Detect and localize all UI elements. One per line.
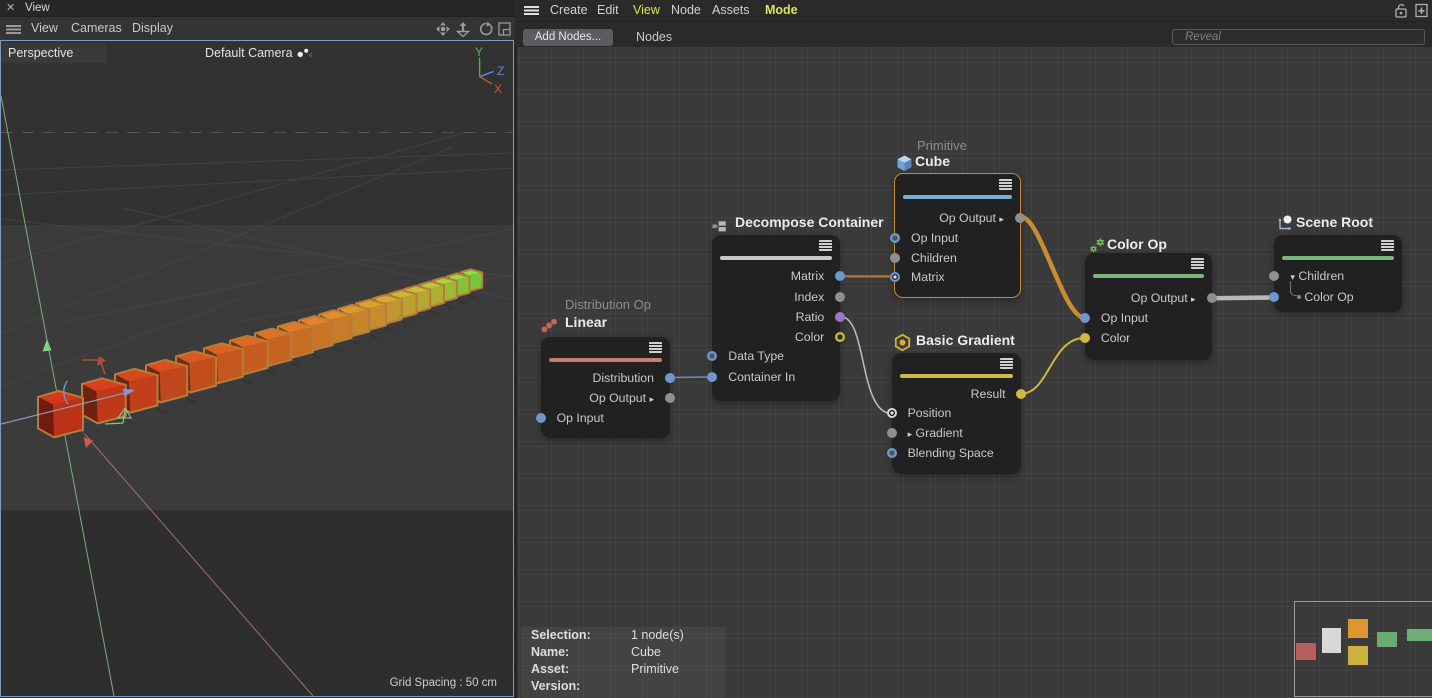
svg-text:Y: Y — [475, 45, 483, 59]
svg-text:Z: Z — [497, 64, 504, 78]
svg-text:X: X — [494, 82, 502, 96]
